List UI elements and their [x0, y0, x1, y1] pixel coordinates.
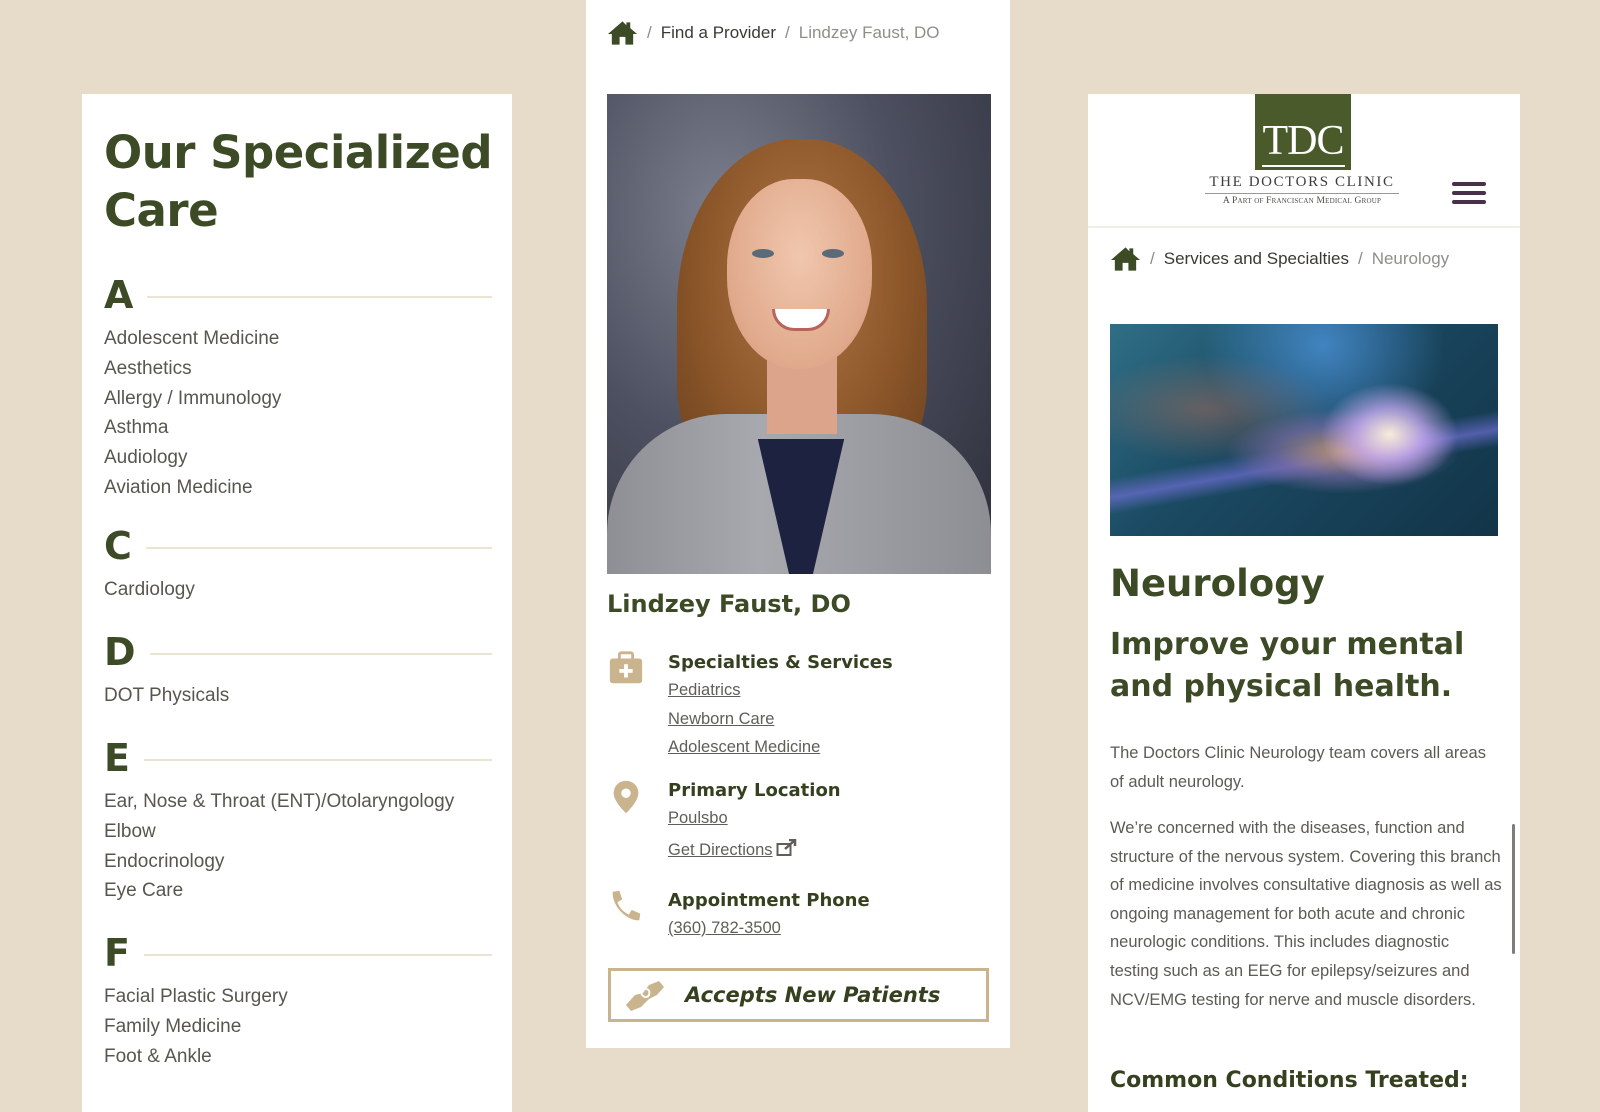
letter-heading: A — [104, 273, 134, 317]
specialty-link[interactable]: Audiology — [104, 443, 492, 473]
conditions-heading: Common Conditions Treated: — [1110, 1068, 1469, 1093]
intro-paragraph: The Doctors Clinic Neurology team covers… — [1110, 744, 1486, 791]
breadcrumb-separator: / — [1357, 249, 1363, 268]
specialties-panel: Our Specialized Care A Adolescent Medici… — [82, 94, 512, 1112]
specialty-link[interactable]: Cardiology — [104, 575, 492, 605]
specialty-link[interactable]: Family Medicine — [104, 1012, 492, 1042]
page-title: Neurology — [1110, 562, 1325, 605]
phone-icon — [607, 888, 647, 928]
phone-number-link[interactable]: (360) 782-3500 — [668, 914, 987, 943]
specialties-section: Specialties & Services Pediatrics Newbor… — [607, 650, 987, 762]
provider-name: Lindzey Faust, DO — [607, 590, 851, 618]
map-pin-icon — [607, 778, 647, 818]
letter-heading: F — [104, 931, 130, 975]
breadcrumb: / Services and Specialties / Neurology — [1110, 246, 1449, 272]
logo-monogram-box: TDC — [1255, 94, 1351, 170]
get-directions-link[interactable]: Get Directions — [668, 836, 987, 865]
home-icon[interactable] — [607, 20, 638, 46]
get-directions-label: Get Directions — [668, 840, 773, 859]
breadcrumb-separator: / — [647, 23, 652, 42]
external-link-icon — [776, 838, 798, 856]
page-subtitle: Improve your mental and physical health. — [1110, 627, 1465, 704]
phone-section: Appointment Phone (360) 782-3500 — [607, 888, 987, 943]
specialty-link[interactable]: Facial Plastic Surgery — [104, 982, 492, 1012]
breadcrumb-current: Neurology — [1371, 249, 1450, 268]
phone-title: Appointment Phone — [668, 890, 870, 911]
handshake-icon — [623, 977, 667, 1013]
provider-panel: / Find a Provider / Lindzey Faust, DO Li… — [586, 0, 1010, 1048]
specialty-link-pediatrics[interactable]: Pediatrics — [668, 676, 987, 705]
divider — [149, 653, 492, 655]
provider-photo — [607, 94, 991, 574]
specialty-link-newborn-care[interactable]: Newborn Care — [668, 705, 987, 734]
specialty-link[interactable]: Aviation Medicine — [104, 473, 492, 503]
accepts-new-patients-badge: Accepts New Patients — [608, 968, 989, 1022]
accepts-new-patients-label: Accepts New Patients — [685, 983, 941, 1007]
logo-monogram: TDC — [1261, 117, 1345, 167]
logo-name: The Doctors Clinic — [1205, 174, 1399, 194]
specialty-link[interactable]: Foot & Ankle — [104, 1042, 492, 1072]
site-header: TDC The Doctors Clinic A Part of Francis… — [1088, 94, 1520, 228]
hamburger-menu-icon[interactable] — [1452, 182, 1486, 206]
letter-group-e: E Ear, Nose & Throat (ENT)/Otolaryngolog… — [104, 735, 492, 906]
neuron-hero-image — [1110, 324, 1498, 536]
letter-heading: E — [104, 736, 130, 780]
letter-group-a: A Adolescent Medicine Aesthetics Allergy… — [104, 272, 492, 503]
specialty-link[interactable]: Adolescent Medicine — [104, 324, 492, 354]
logo-tagline: A Part of Franciscan Medical Group — [1222, 196, 1382, 206]
specialty-link[interactable]: DOT Physicals — [104, 681, 492, 711]
specialty-link[interactable]: Elbow — [104, 817, 492, 847]
divider — [143, 759, 492, 761]
specialty-link[interactable]: Eye Care — [104, 876, 492, 906]
breadcrumb-separator: / — [785, 23, 790, 42]
location-section: Primary Location Poulsbo Get Directions — [607, 778, 987, 864]
specialty-link-adolescent-medicine[interactable]: Adolescent Medicine — [668, 733, 987, 762]
neurology-panel: TDC The Doctors Clinic A Part of Francis… — [1088, 94, 1520, 1112]
letter-group-d: D DOT Physicals — [104, 629, 492, 711]
letter-heading: D — [104, 630, 136, 674]
specialty-link[interactable]: Allergy / Immunology — [104, 384, 492, 414]
description-paragraph: We’re concerned with the diseases, funct… — [1110, 819, 1502, 1009]
scrollbar[interactable] — [1512, 824, 1515, 954]
breadcrumb-find-a-provider[interactable]: Find a Provider — [661, 23, 776, 43]
breadcrumb: / Find a Provider / Lindzey Faust, DO — [607, 20, 940, 46]
breadcrumb-current: Lindzey Faust, DO — [798, 23, 940, 42]
specialties-title: Our Specialized Care — [104, 126, 493, 237]
divider — [147, 296, 492, 298]
specialty-link[interactable]: Ear, Nose & Throat (ENT)/Otolaryngology — [104, 787, 492, 817]
breadcrumb-separator: / — [1150, 249, 1155, 268]
medical-kit-icon — [607, 650, 647, 690]
home-icon[interactable] — [1110, 246, 1141, 272]
letter-group-f: F Facial Plastic Surgery Family Medicine… — [104, 930, 492, 1071]
specialty-link[interactable]: Asthma — [104, 413, 492, 443]
location-link-poulsbo[interactable]: Poulsbo — [668, 804, 987, 833]
specialty-link[interactable]: Aesthetics — [104, 354, 492, 384]
letter-heading: C — [104, 524, 132, 568]
divider — [145, 547, 492, 549]
specialty-link[interactable]: Endocrinology — [104, 847, 492, 877]
divider — [143, 954, 492, 956]
site-logo[interactable]: TDC The Doctors Clinic A Part of Francis… — [1205, 94, 1399, 206]
letter-group-c: C Cardiology — [104, 523, 492, 605]
location-title: Primary Location — [668, 780, 841, 801]
specialties-title: Specialties & Services — [668, 652, 893, 673]
breadcrumb-services-and-specialties[interactable]: Services and Specialties — [1164, 249, 1349, 269]
